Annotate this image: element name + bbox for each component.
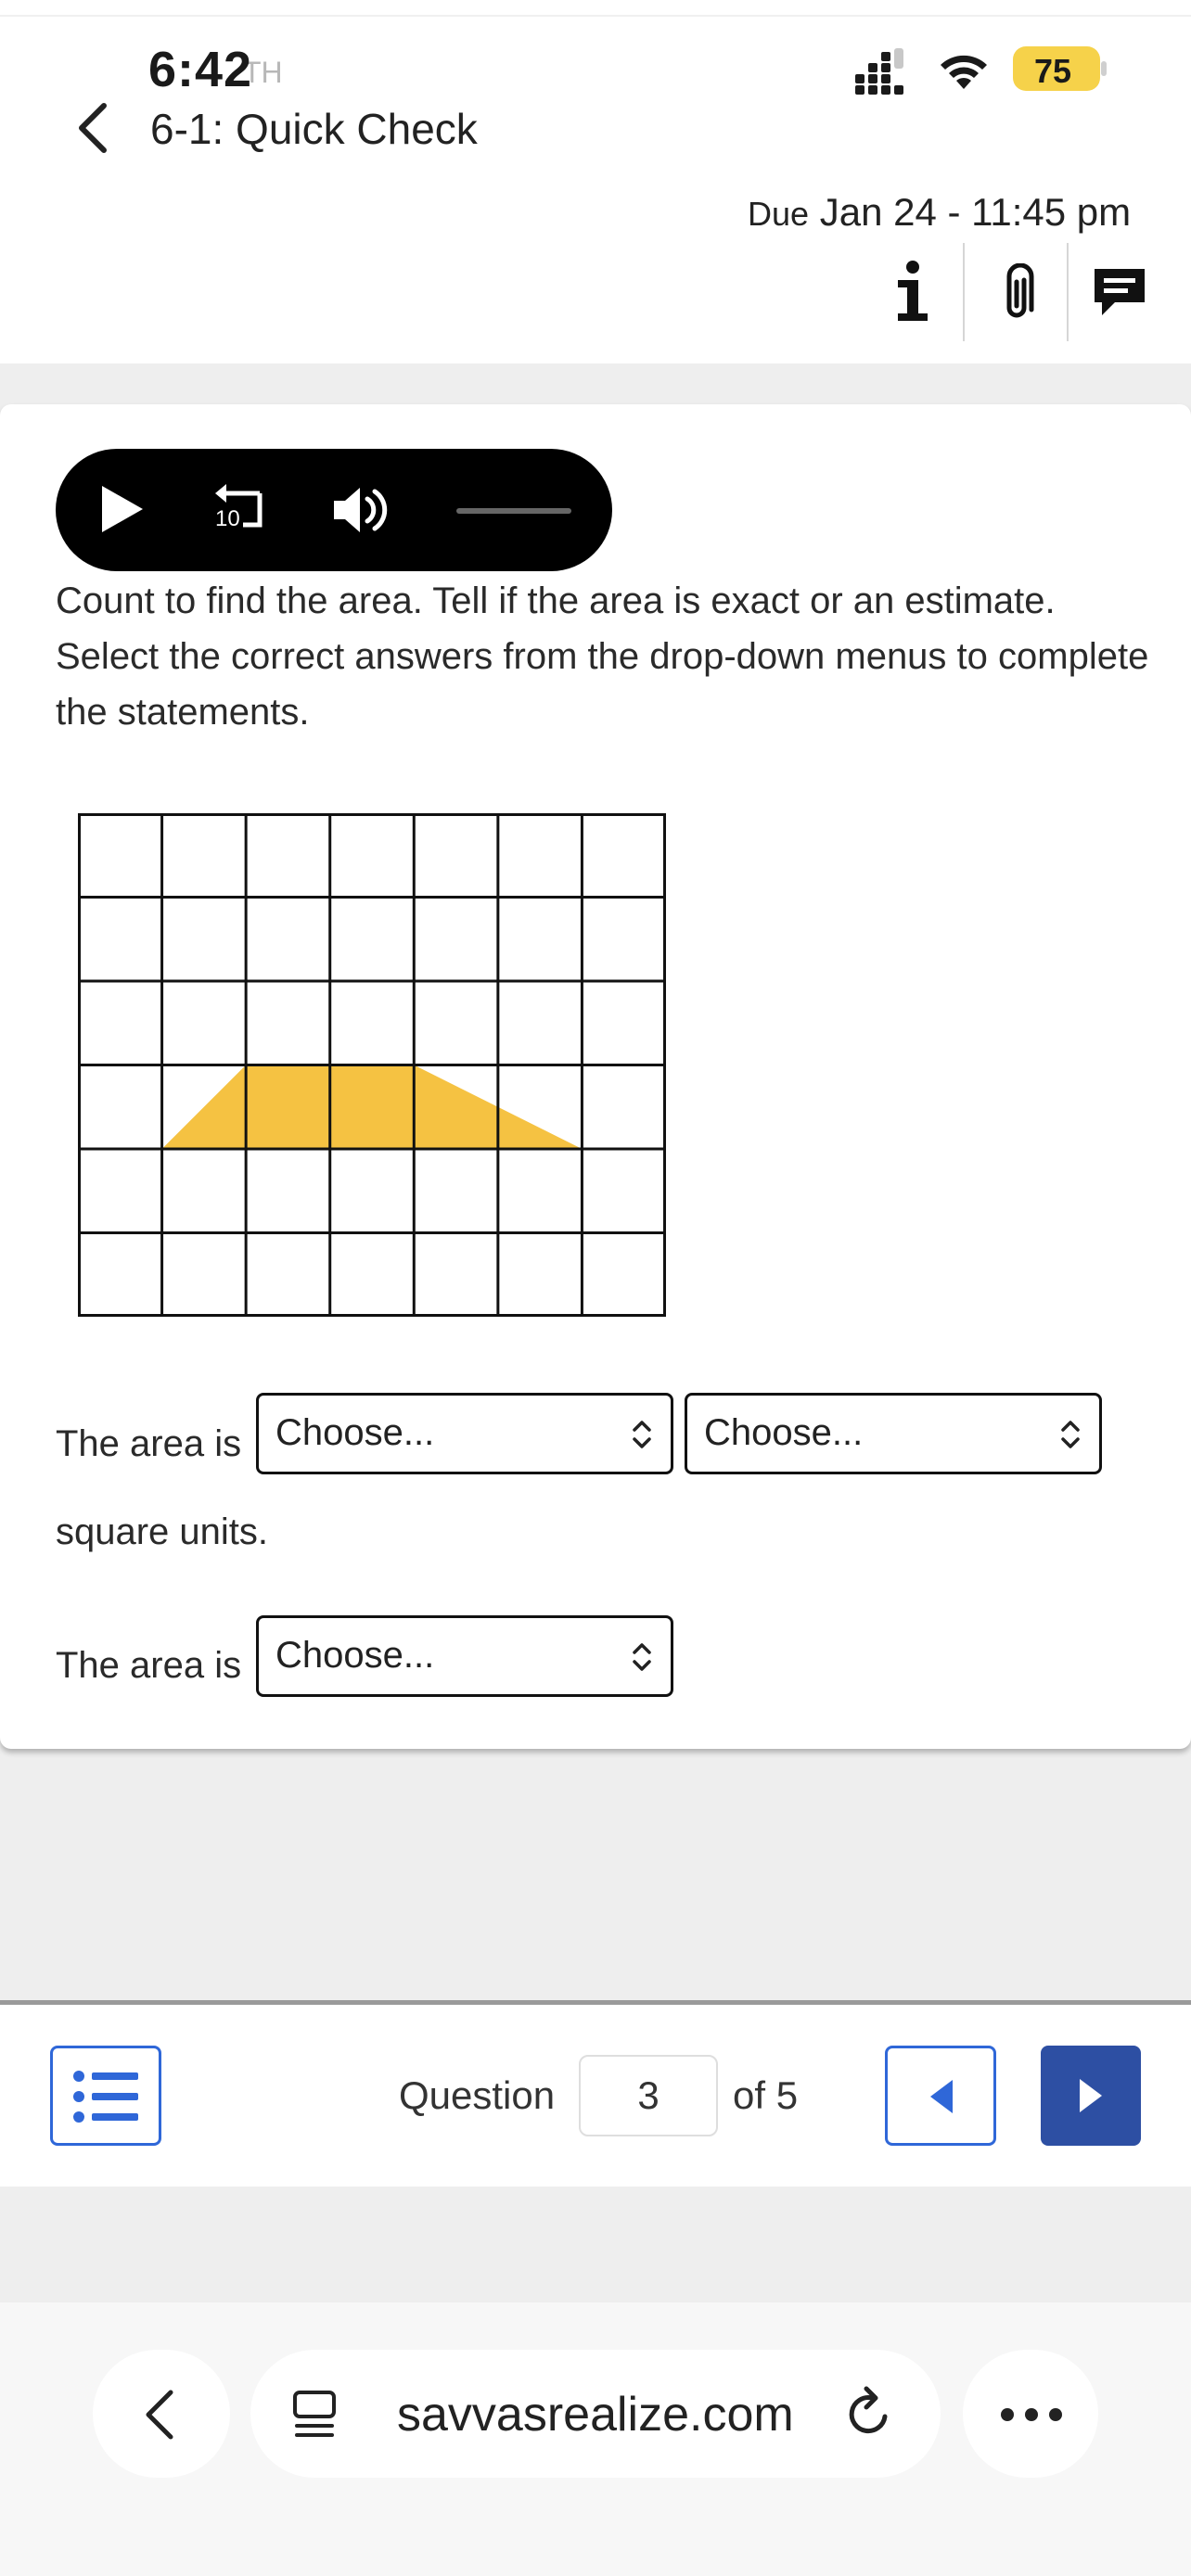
- next-question-button[interactable]: [1041, 2046, 1141, 2146]
- question-number-input[interactable]: 3: [579, 2055, 718, 2136]
- chevron-left-icon: [146, 2390, 173, 2440]
- area-value-dropdown[interactable]: Choose...: [256, 1393, 673, 1474]
- battery-icon: 75: [1013, 46, 1100, 91]
- previous-question-button[interactable]: [885, 2046, 996, 2146]
- url-text: savvasrealize.com: [397, 2388, 794, 2442]
- more-options-button[interactable]: [963, 2350, 1098, 2478]
- exact-or-estimate-dropdown-text: Choose...: [275, 1635, 435, 1676]
- play-icon[interactable]: [98, 482, 147, 536]
- question-total: of 5: [733, 2073, 799, 2117]
- list-icon: [73, 2071, 138, 2123]
- area-number-dropdown-text: Choose...: [704, 1412, 864, 1453]
- info-icon[interactable]: [890, 260, 935, 323]
- replay-seconds: 10: [215, 506, 240, 531]
- seek-slider[interactable]: [456, 508, 571, 514]
- caret-left-icon: [930, 2080, 953, 2113]
- statement1-suffix: square units.: [56, 1511, 269, 1552]
- due-value: Jan 24 - 11:45 pm: [819, 190, 1132, 234]
- chevron-updown-icon: [1061, 1421, 1080, 1448]
- shaded-trapezoid: [161, 1065, 583, 1149]
- toolbar-divider: [963, 243, 965, 341]
- more-dots-icon: [1001, 2408, 1062, 2421]
- due-date: Due Jan 24 - 11:45 pm: [748, 190, 1131, 235]
- caret-right-icon: [1080, 2079, 1102, 2112]
- due-label: Due: [748, 195, 810, 233]
- chevron-left-icon[interactable]: [72, 100, 113, 156]
- comment-icon[interactable]: [1091, 265, 1148, 319]
- area-value-dropdown-text: Choose...: [275, 1412, 435, 1453]
- wifi-icon: [941, 55, 987, 89]
- volume-icon[interactable]: [330, 484, 391, 536]
- page-bottom-background: [0, 2187, 1191, 2302]
- top-divider: [0, 15, 1191, 17]
- reload-icon[interactable]: [844, 2385, 896, 2441]
- toolbar-divider: [1067, 243, 1069, 341]
- chevron-updown-icon: [633, 1643, 651, 1671]
- question-list-button[interactable]: [50, 2046, 161, 2146]
- statement1-prefix: The area is: [56, 1423, 242, 1464]
- area-grid-figure: [78, 813, 666, 1317]
- page-title: 6-1: Quick Check: [150, 105, 478, 153]
- cellular-signal-icon: [855, 48, 903, 95]
- question-label: Question: [399, 2073, 556, 2117]
- statement2-prefix: The area is: [56, 1645, 242, 1686]
- tabs-icon[interactable]: [291, 2389, 338, 2441]
- status-time: 6:42: [148, 42, 253, 97]
- battery-cap: [1101, 61, 1107, 76]
- question-instructions: Count to find the area. Tell if the area…: [56, 580, 1149, 733]
- paperclip-icon[interactable]: [996, 263, 1037, 325]
- address-bar[interactable]: savvasrealize.com: [250, 2350, 941, 2478]
- browser-back-button[interactable]: [93, 2350, 230, 2478]
- battery-percent: 75: [1033, 52, 1072, 90]
- area-number-dropdown[interactable]: Choose...: [685, 1393, 1102, 1474]
- exact-or-estimate-dropdown[interactable]: Choose...: [256, 1615, 673, 1697]
- chevron-updown-icon: [633, 1421, 651, 1448]
